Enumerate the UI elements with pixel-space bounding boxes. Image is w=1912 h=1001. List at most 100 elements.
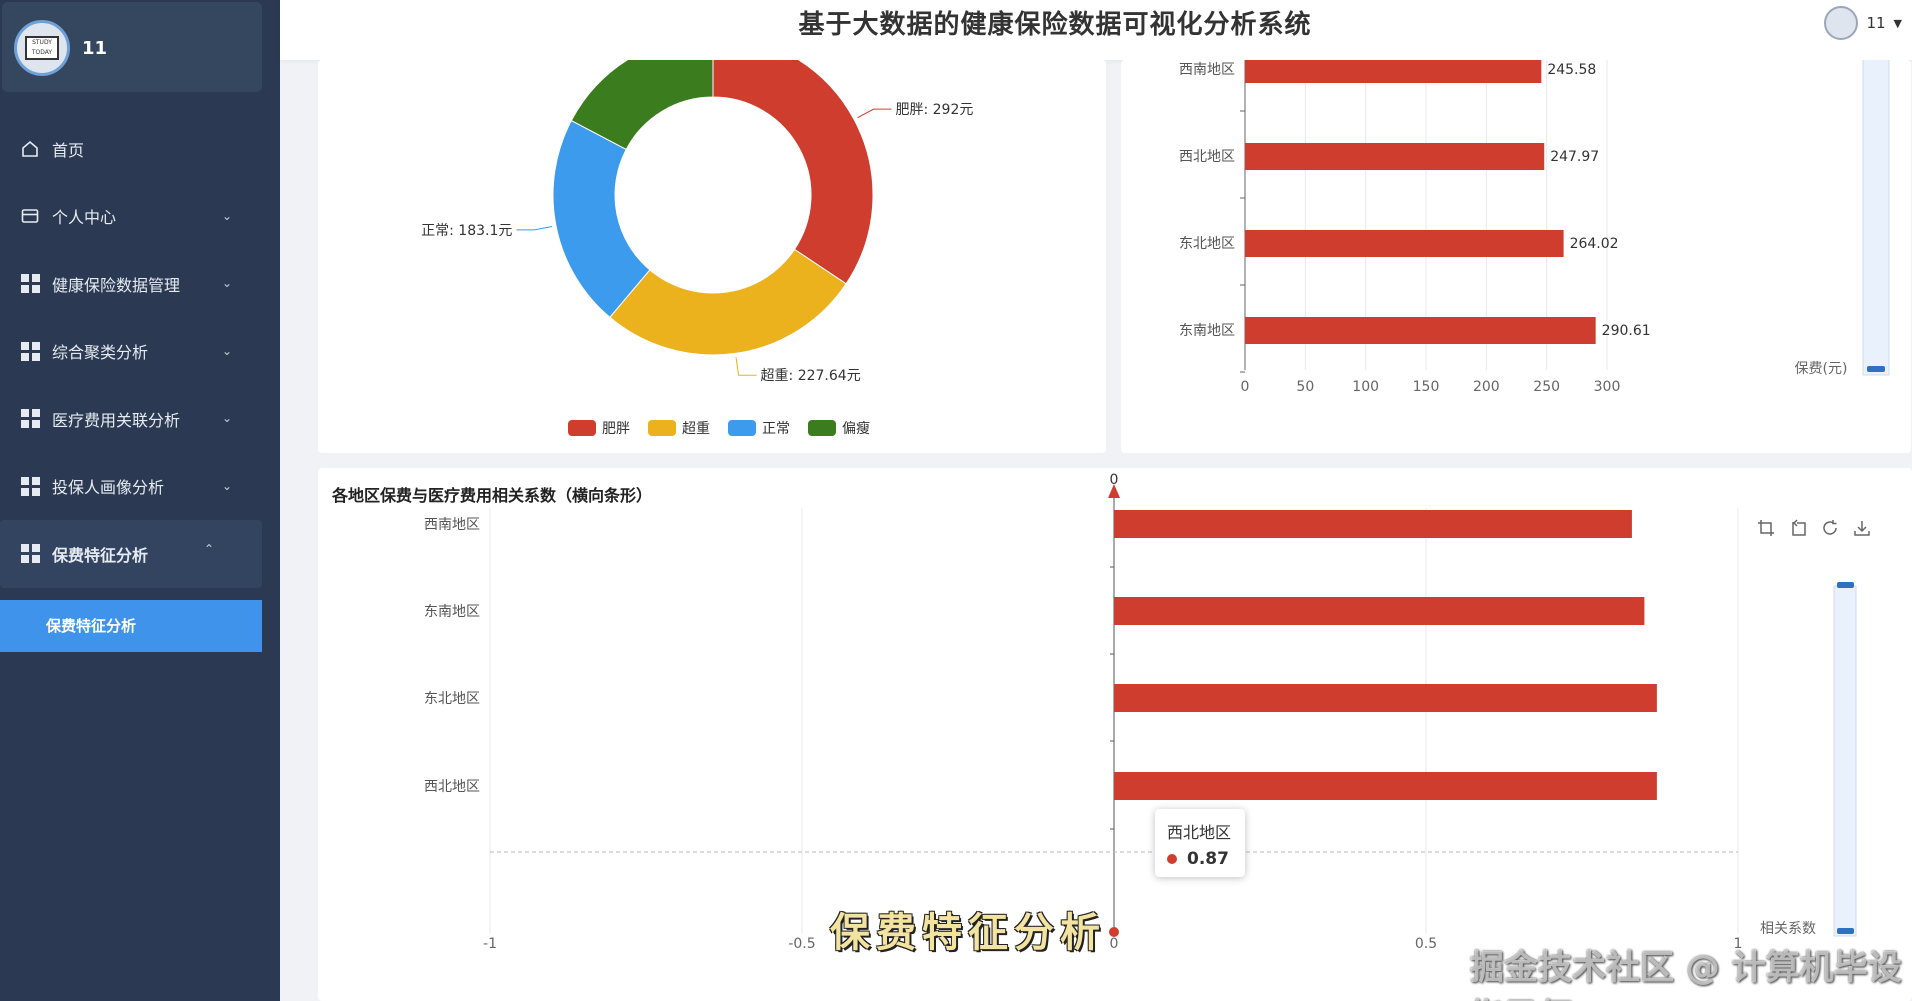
slice-label: 肥胖: 292元 bbox=[895, 102, 973, 118]
grid-icon bbox=[20, 409, 40, 429]
legend-label: 超重 bbox=[682, 421, 710, 437]
y-tick-label: 西北地区 bbox=[1179, 149, 1235, 165]
watermark: 掘金技术社区 @ 计算机毕设指导师 bbox=[1470, 948, 1902, 1001]
x-tick-label: 0 bbox=[1110, 936, 1119, 952]
donut-slice bbox=[712, 34, 874, 285]
bar bbox=[1245, 56, 1542, 83]
sidebar-item-clustering[interactable]: 综合聚类分析 ⌄ bbox=[0, 318, 280, 386]
x-tick-label: 0.5 bbox=[1415, 936, 1437, 952]
profile-card[interactable]: STUDY TODAY 11 bbox=[2, 2, 262, 92]
user-name: 11 bbox=[1866, 14, 1886, 32]
x-tick-label: 250 bbox=[1533, 379, 1560, 395]
correlation-bar-chart: -1 -0.5 0 0.5 10西南地区东南地区东北地区西北地区相关系数 bbox=[424, 472, 1857, 952]
x-tick-label: -0.5 bbox=[788, 936, 815, 952]
sidebar-item-home[interactable]: 首页 bbox=[0, 115, 280, 183]
data-label: 247.97 bbox=[1550, 149, 1599, 165]
y-tick-label: 西北地区 bbox=[424, 779, 480, 795]
legend-label: 正常 bbox=[762, 421, 790, 437]
sidebar-item-personal-center[interactable]: 个人中心 ⌄ bbox=[0, 183, 280, 251]
series-dot bbox=[1167, 854, 1177, 864]
grid-icon bbox=[20, 341, 40, 361]
sidebar-item-premium-analysis[interactable]: 保费特征分析 ⌃ bbox=[0, 520, 262, 588]
chevron-down-icon: ⌄ bbox=[222, 208, 233, 223]
donut-slice bbox=[552, 119, 651, 319]
x-tick-label: 50 bbox=[1296, 379, 1314, 395]
sidebar-item-profile-analysis[interactable]: 投保人画像分析 ⌄ bbox=[0, 453, 280, 521]
y-tick-label: 西南地区 bbox=[424, 517, 480, 533]
legend-label: 肥胖 bbox=[602, 421, 630, 437]
bar bbox=[1114, 772, 1657, 800]
x-tick-label: 150 bbox=[1413, 379, 1440, 395]
home-icon bbox=[20, 139, 40, 159]
x-tick-label: 0 bbox=[1241, 379, 1250, 395]
chevron-down-icon: ⌄ bbox=[222, 411, 233, 425]
datazoom-handle bbox=[1837, 928, 1854, 934]
donut-chart: 肥胖: 292元超重: 227.64元 正常: 183.1元肥胖 超重 正常 偏瘦 bbox=[421, 34, 973, 437]
chevron-down-icon: ⌄ bbox=[222, 343, 233, 358]
avatar bbox=[1824, 6, 1859, 40]
page-title: 基于大数据的健康保险数据可视化分析系统 bbox=[798, 10, 1312, 40]
legend-swatch bbox=[568, 420, 596, 436]
sidebar-menu: 首页 个人中心 ⌄ 健康保险数据管理 ⌄ 综合聚类分析 ⌄ 医疗费用关联分析 ⌄… bbox=[0, 115, 280, 652]
chevron-down-icon: ⌄ bbox=[222, 276, 233, 290]
label-line bbox=[516, 225, 553, 231]
data-label: 245.58 bbox=[1547, 62, 1596, 78]
bar bbox=[1245, 143, 1545, 170]
y-axis-top-label: 0 bbox=[1110, 472, 1119, 488]
bar bbox=[1114, 510, 1632, 538]
correlation-chart-panel: 各地区保费与医疗费用相关系数（横向条形） -1 -0.5 0 0.5 1 0 西南地区 东南地… bbox=[318, 468, 1912, 1001]
avatar: STUDY TODAY bbox=[14, 20, 70, 76]
label-line bbox=[857, 108, 892, 119]
x-axis-label: 保费(元) bbox=[1795, 361, 1848, 377]
donut-chart-panel: 肥胖: 292元 超重: 227.64元 正常: 183.1元 肥胖 超重 正常 偏瘦 bbox=[318, 34, 1106, 453]
submenu-item-premium-analysis[interactable]: 保费特征分析 bbox=[0, 599, 262, 652]
data-label: 290.61 bbox=[1602, 323, 1651, 339]
sidebar-item-insurance-data[interactable]: 健康保险数据管理 ⌄ bbox=[0, 250, 280, 318]
x-tick-label: 200 bbox=[1473, 379, 1500, 395]
datazoom-track bbox=[1833, 585, 1857, 937]
sidebar: STUDY TODAY 11 首页 个人中心 ⌄ 健康保险数据管理 ⌄ 综合聚类… bbox=[0, 0, 280, 1001]
sidebar-item-label: 医疗费用关联分析 bbox=[52, 410, 181, 430]
chart-tooltip: 西北地区 0.87 bbox=[1155, 809, 1245, 877]
legend-swatch bbox=[728, 420, 756, 436]
origin-marker bbox=[1109, 927, 1119, 937]
data-label: 264.02 bbox=[1570, 236, 1619, 252]
chevron-down-icon: ⌄ bbox=[222, 478, 233, 493]
x-tick-label: -1 bbox=[483, 936, 497, 952]
grid-icon bbox=[20, 274, 40, 294]
y-tick-label: 东北地区 bbox=[424, 691, 480, 707]
id-card-icon bbox=[20, 206, 40, 226]
profile-username: 11 bbox=[82, 38, 108, 59]
chevron-up-icon: ⌃ bbox=[204, 542, 215, 556]
datazoom-handle bbox=[1867, 366, 1885, 372]
label-line bbox=[735, 357, 757, 376]
x-axis-label: 相关系数 bbox=[1760, 921, 1816, 937]
video-caption: 保费特征分析 bbox=[830, 909, 1106, 956]
y-tick-label: 西南地区 bbox=[1179, 62, 1235, 78]
sidebar-item-label: 综合聚类分析 bbox=[52, 343, 149, 363]
legend-swatch bbox=[648, 420, 676, 436]
grid-icon bbox=[20, 544, 40, 564]
sidebar-item-label: 健康保险数据管理 bbox=[52, 275, 181, 295]
header: 基于大数据的健康保险数据可视化分析系统 11 ▼ bbox=[280, 0, 1912, 60]
x-tick-label: 300 bbox=[1594, 379, 1621, 395]
legend-label: 偏瘦 bbox=[842, 420, 870, 437]
tooltip-value: 0.87 bbox=[1187, 849, 1229, 869]
x-tick-label: 100 bbox=[1352, 379, 1379, 395]
y-tick-label: 东南地区 bbox=[1179, 323, 1235, 339]
bar bbox=[1114, 684, 1657, 712]
datazoom-track bbox=[1862, 49, 1890, 376]
slice-label: 超重: 227.64元 bbox=[761, 368, 861, 384]
sidebar-item-medical-cost[interactable]: 医疗费用关联分析 ⌄ bbox=[0, 385, 280, 453]
caret-down-icon: ▼ bbox=[1893, 16, 1902, 30]
bar bbox=[1114, 597, 1645, 625]
datazoom-handle bbox=[1837, 582, 1854, 588]
bar bbox=[1245, 230, 1564, 257]
user-menu[interactable]: 11 ▼ bbox=[1824, 6, 1902, 40]
premium-bar-chart-panel: 0 50 100 150 200 250 300 西南地区 245.58 西北地区 247.97 东北… bbox=[1121, 40, 1911, 453]
bar bbox=[1245, 317, 1596, 344]
legend-swatch bbox=[808, 420, 836, 436]
premium-bar-chart: 0 50 100 150 200 250 300 西南地区 245.58 西北地区 247.97 东北… bbox=[1179, 40, 1890, 395]
sidebar-item-label: 保费特征分析 bbox=[52, 545, 149, 565]
y-tick-label: 东南地区 bbox=[424, 604, 480, 620]
